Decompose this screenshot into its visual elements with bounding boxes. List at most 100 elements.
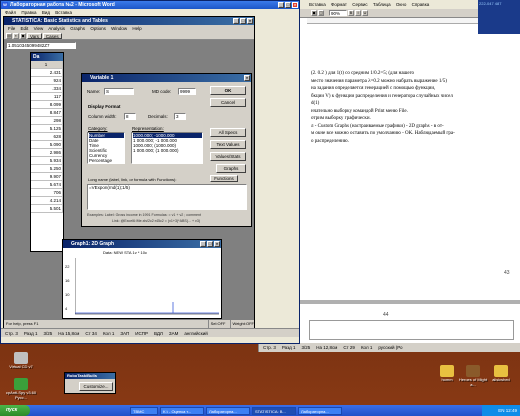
menu-edit[interactable]: Edit (21, 26, 29, 31)
save-icon[interactable]: ▪ (13, 32, 19, 39)
word-left-menubar: Файл Правка Вид Вставка (1, 9, 299, 16)
functions-button[interactable]: Functions (210, 175, 238, 182)
table-cell[interactable]: 628 (31, 133, 63, 141)
menu-options[interactable]: Options (90, 26, 106, 31)
menu-view[interactable]: Вид (42, 10, 50, 15)
menu-tools[interactable]: Сервис (352, 2, 367, 7)
table-cell[interactable]: 5.934 (31, 157, 63, 165)
md-code-label: MD code: (152, 89, 172, 94)
menu-insert[interactable]: Вставка (309, 2, 326, 7)
system-tray: EN 12:49 (482, 405, 520, 416)
graphs-button[interactable]: Graphs (216, 164, 246, 173)
table-cell[interactable]: 2.986 (31, 149, 63, 157)
maximize-button[interactable]: □ (285, 2, 291, 8)
vars-button[interactable]: Vars (27, 32, 42, 39)
list-item[interactable]: Percentage (89, 158, 124, 163)
zoom-select[interactable]: 90% (329, 10, 347, 16)
folder-icon (440, 365, 454, 377)
doc-line: л - Custom Graphs (настраиваемые графики… (311, 123, 444, 129)
minimize-button[interactable]: _ (278, 2, 284, 8)
decimals-field[interactable]: 3 (174, 113, 186, 120)
examples-text: Examples: Label: Gross income in 1991 Fo… (87, 213, 202, 217)
table-cell[interactable]: 4.214 (31, 197, 63, 205)
maximize-button[interactable]: □ (207, 241, 213, 247)
language-indicator[interactable]: EN (498, 408, 504, 413)
menu-window[interactable]: Окно (396, 2, 406, 7)
table-cell[interactable]: 5.674 (31, 181, 63, 189)
print-icon[interactable]: ▣ (311, 10, 317, 16)
menu-insert[interactable]: Вставка (55, 10, 72, 15)
text-values-button[interactable]: Text Values (210, 140, 246, 149)
task-button-active[interactable]: STATISTICA: B... (252, 406, 296, 415)
menu-analysis[interactable]: Analysis (48, 26, 65, 31)
desktop-icon-antispy[interactable]: cpAnti-Spy v3.60 Русс... (4, 378, 38, 400)
close-button[interactable]: × (214, 241, 220, 247)
values-stats-button[interactable]: Values/Stats (210, 152, 246, 161)
next-page-table (309, 320, 514, 340)
column-width-field[interactable]: 8 (124, 113, 136, 120)
desktop-icon-aliskwhed[interactable]: aliskwhed (484, 365, 518, 382)
column-header[interactable]: 1 (31, 61, 63, 69)
table-cell[interactable]: 298 (31, 117, 63, 125)
table-cell[interactable]: 8.099 (31, 101, 63, 109)
bold-icon[interactable]: B (348, 10, 354, 16)
table-cell[interactable]: 5.090 (31, 141, 63, 149)
table-cell[interactable]: .334 (31, 85, 63, 93)
menu-table[interactable]: Таблица (373, 2, 391, 7)
table-cell[interactable]: 5.125 (31, 125, 63, 133)
list-item[interactable]: 1 000.000; (1 000.000) (133, 148, 202, 153)
minimize-button[interactable]: _ (200, 241, 206, 247)
menu-format[interactable]: Формат (331, 2, 347, 7)
table-cell[interactable]: 924 (31, 77, 63, 85)
status-section: Разд 1 (281, 345, 296, 350)
all-specs-button[interactable]: All Specs (210, 128, 246, 137)
ok-button[interactable]: OK (210, 86, 246, 95)
table-cell[interactable]: 5.250 (31, 165, 63, 173)
table-cell[interactable]: 9.907 (31, 173, 63, 181)
menu-help[interactable]: Справка (412, 2, 430, 7)
close-button[interactable]: × (244, 75, 250, 81)
close-button[interactable]: × (292, 2, 298, 8)
menu-window[interactable]: Window (111, 26, 127, 31)
table-cell[interactable]: 2.431 (31, 69, 63, 77)
status-trk: ИСПР (135, 331, 148, 336)
menu-graphs[interactable]: Graphs (70, 26, 85, 31)
underline-icon[interactable]: U (362, 10, 368, 16)
customize-button[interactable]: Customize... (79, 382, 113, 391)
menu-file[interactable]: Файл (5, 10, 16, 15)
doc-line: о распределению. (311, 138, 349, 144)
name-field[interactable]: S (104, 88, 134, 95)
menu-view[interactable]: View (34, 26, 44, 31)
italic-icon[interactable]: I (355, 10, 361, 16)
document-page-text: (2. 0.2 ) для 1(t) со средним 1/0.2=5; (… (311, 70, 516, 270)
table-cell[interactable]: 5.501 (31, 205, 63, 213)
desktop-icon-virtualcd[interactable]: Virtual CD v7 (4, 352, 38, 369)
menu-help[interactable]: Help (132, 26, 141, 31)
table-cell[interactable]: 706 (31, 189, 63, 197)
print-icon[interactable]: ▣ (20, 32, 26, 39)
table-cell[interactable]: 8.847 (31, 109, 63, 117)
menu-file[interactable]: File (8, 26, 15, 31)
variable-dialog-title: Variable 1 (90, 75, 114, 81)
category-list[interactable]: Number Date Time Scientific Currency Per… (87, 132, 125, 164)
close-button[interactable]: × (247, 18, 253, 24)
task-button[interactable]: TBMC (130, 406, 158, 415)
cases-button[interactable]: Cases (42, 32, 62, 39)
md-code-field[interactable]: 9999 (178, 88, 196, 95)
menu-edit[interactable]: Правка (21, 10, 36, 15)
task-button[interactable]: Лабораторна... (298, 406, 342, 415)
reference-field[interactable]: 1.0510345099482Z7 (6, 42, 76, 49)
statistica-window: STATISTICA: Basic Statistics and Tables … (3, 16, 255, 328)
table-cell[interactable]: 117 (31, 93, 63, 101)
start-button[interactable]: пуск (0, 405, 30, 416)
preview-icon[interactable]: ◫ (318, 10, 324, 16)
representation-list[interactable]: 1000.000; -1000.000 1 000.000; -1 000.00… (131, 132, 203, 164)
open-icon[interactable]: ▤ (6, 32, 12, 39)
minimize-button[interactable]: _ (233, 18, 239, 24)
formula-field[interactable]: =VExpon(rnd(1);1/5) (87, 184, 247, 210)
task-button[interactable]: K:\ - Оценка т... (160, 406, 204, 415)
maximize-button[interactable]: □ (240, 18, 246, 24)
variable-dialog-titlebar: Variable 1 × (82, 74, 251, 82)
task-button[interactable]: Лабораторна... (206, 406, 250, 415)
cancel-button[interactable]: Cancel (210, 98, 246, 107)
